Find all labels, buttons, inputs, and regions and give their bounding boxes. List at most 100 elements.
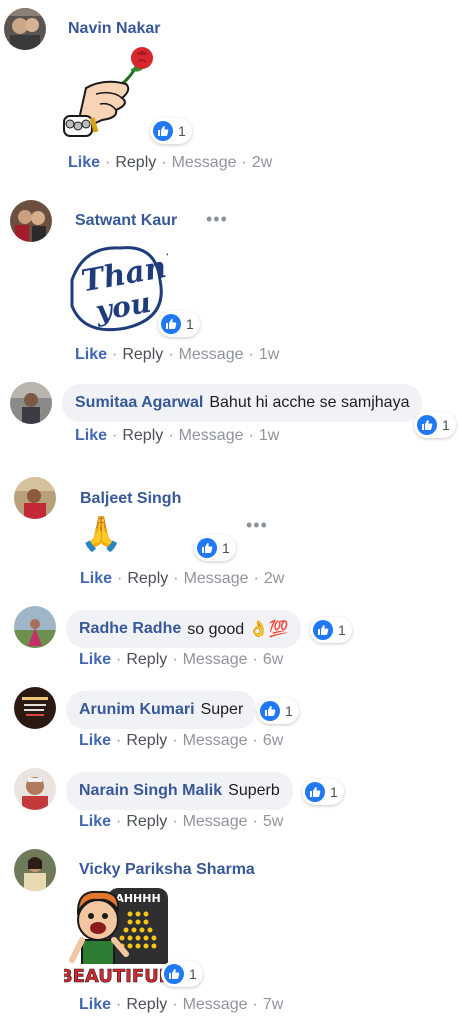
timestamp[interactable]: 1w (259, 427, 279, 445)
like-reaction-icon (313, 620, 333, 640)
reaction-count-text: 1 (178, 123, 186, 139)
reply-link[interactable]: Reply (122, 427, 163, 445)
reaction-count-text: 1 (330, 784, 338, 800)
avatar[interactable] (10, 200, 52, 242)
comment-author[interactable]: Satwant Kaur (75, 212, 177, 230)
message-link[interactable]: Message (172, 154, 237, 172)
timestamp[interactable]: 2w (252, 154, 272, 172)
reply-link[interactable]: Reply (126, 732, 167, 750)
reaction-count[interactable]: 1 (257, 698, 299, 724)
separator: · (172, 813, 178, 830)
comment-actions: Like · Reply · Message · 1w (75, 346, 279, 364)
like-reaction-icon (153, 121, 173, 141)
message-link[interactable]: Message (184, 570, 249, 588)
separator: · (253, 570, 259, 587)
like-reaction-icon (305, 782, 325, 802)
separator: · (172, 651, 178, 668)
reply-link[interactable]: Reply (127, 570, 168, 588)
separator: · (116, 813, 122, 830)
comment-emoji: 🙏 (80, 515, 123, 553)
separator: · (168, 346, 174, 363)
sticker-text-bottom: BEAUTIFUL. (64, 966, 174, 987)
separator: · (116, 996, 122, 1013)
reply-link[interactable]: Reply (126, 651, 167, 669)
separator: · (112, 346, 118, 363)
comment-actions: Like · Reply · Message · 2w (80, 570, 284, 588)
timestamp[interactable]: 2w (264, 570, 284, 588)
timestamp[interactable]: 5w (263, 813, 283, 831)
separator: · (252, 732, 258, 749)
like-link[interactable]: Like (79, 813, 111, 831)
message-link[interactable]: Message (179, 427, 244, 445)
comment-author[interactable]: Vicky Pariksha Sharma (79, 861, 255, 879)
timestamp[interactable]: 6w (263, 651, 283, 669)
reaction-count[interactable]: 1 (161, 961, 203, 987)
separator: · (116, 651, 122, 668)
like-reaction-icon (417, 415, 437, 435)
separator: · (252, 813, 258, 830)
reply-link[interactable]: Reply (122, 346, 163, 364)
avatar[interactable] (14, 687, 56, 729)
timestamp[interactable]: 6w (263, 732, 283, 750)
timestamp[interactable]: 1w (259, 346, 279, 364)
sticker-text-top: AHHHH (115, 892, 160, 905)
comment-author[interactable]: Baljeet Singh (80, 490, 181, 508)
comment-bubble: Narain Singh Malik Superb (66, 772, 293, 810)
reaction-count-text: 1 (189, 966, 197, 982)
message-link[interactable]: Message (179, 346, 244, 364)
separator: · (116, 732, 122, 749)
comment-bubble: Radhe Radhe so good 👌💯 (66, 610, 302, 648)
comment-actions: Like · Reply · Message · 6w (79, 732, 283, 750)
comment-author[interactable]: Radhe Radhe (79, 620, 181, 638)
message-link[interactable]: Message (183, 732, 248, 750)
reaction-count-text: 1 (186, 316, 194, 332)
like-link[interactable]: Like (75, 346, 107, 364)
like-link[interactable]: Like (79, 732, 111, 750)
separator: · (161, 154, 167, 171)
reaction-count[interactable]: 1 (310, 617, 352, 643)
comment-actions: Like · Reply · Message · 1w (75, 427, 279, 445)
reaction-count-text: 1 (222, 540, 230, 556)
avatar[interactable] (4, 8, 46, 50)
separator: · (172, 996, 178, 1013)
avatar[interactable] (14, 849, 56, 891)
reaction-count[interactable]: 1 (194, 535, 236, 561)
reaction-count[interactable]: 1 (158, 311, 200, 337)
comment-text: Super (200, 701, 244, 718)
reply-link[interactable]: Reply (115, 154, 156, 172)
more-options-icon[interactable]: ••• (206, 210, 228, 228)
reaction-count[interactable]: 1 (414, 412, 456, 438)
comment-author[interactable]: Sumitaa Agarwal (75, 394, 203, 412)
comment-text: so good 👌💯 (187, 621, 289, 638)
like-link[interactable]: Like (79, 996, 111, 1014)
avatar[interactable] (14, 768, 56, 810)
like-link[interactable]: Like (79, 651, 111, 669)
avatar[interactable] (14, 477, 56, 519)
comment-bubble: Sumitaa Agarwal Bahut hi acche se samjha… (62, 384, 423, 422)
reply-link[interactable]: Reply (126, 996, 167, 1014)
comment-author[interactable]: Narain Singh Malik (79, 782, 222, 800)
like-link[interactable]: Like (75, 427, 107, 445)
like-reaction-icon (197, 538, 217, 558)
avatar[interactable] (14, 606, 56, 648)
comment-text: Bahut hi acche se samjhaya (209, 394, 410, 411)
comment-actions: Like · Reply · Message · 6w (79, 651, 283, 669)
comment-actions: Like · Reply · Message · 2w (68, 154, 272, 172)
message-link[interactable]: Message (183, 651, 248, 669)
more-options-icon[interactable]: ••• (246, 516, 268, 534)
comment-author[interactable]: Arunim Kumari (79, 701, 195, 719)
comment-author[interactable]: Navin Nakar (68, 20, 161, 38)
message-link[interactable]: Message (183, 813, 248, 831)
like-reaction-icon (161, 314, 181, 334)
like-link[interactable]: Like (80, 570, 112, 588)
separator: · (241, 154, 247, 171)
reaction-count[interactable]: 1 (150, 118, 192, 144)
message-link[interactable]: Message (183, 996, 248, 1014)
separator: · (248, 346, 254, 363)
reply-link[interactable]: Reply (126, 813, 167, 831)
avatar[interactable] (10, 382, 52, 424)
reaction-count[interactable]: 1 (302, 779, 344, 805)
separator: · (172, 732, 178, 749)
like-link[interactable]: Like (68, 154, 100, 172)
timestamp[interactable]: 7w (263, 996, 283, 1014)
